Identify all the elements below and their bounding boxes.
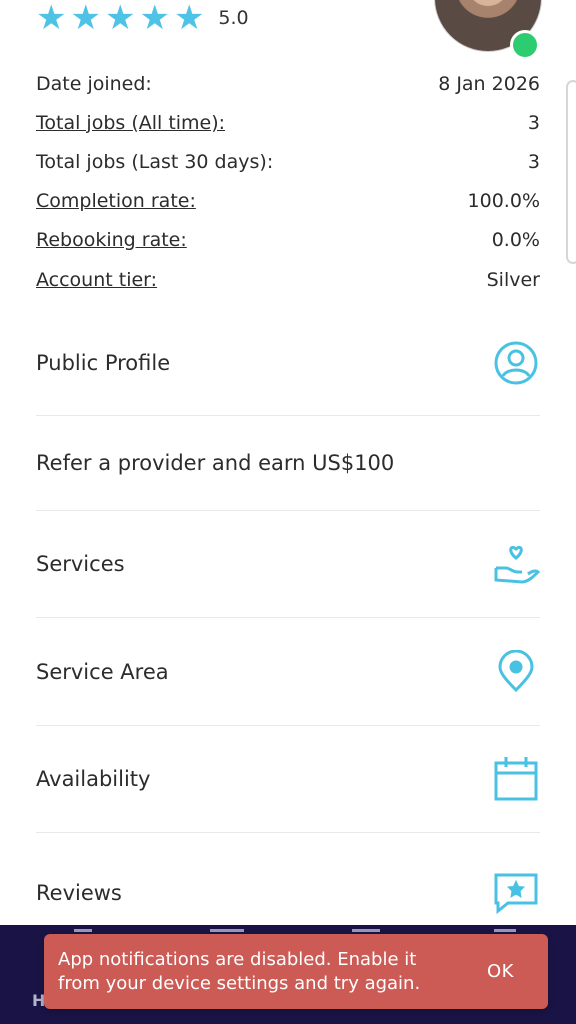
rating-value: 5.0 xyxy=(218,7,249,29)
profile-menu: Public Profile Refer a provider and earn… xyxy=(36,310,540,953)
nav-icon-partial[interactable] xyxy=(210,929,244,932)
stat-row-completion-rate[interactable]: Completion rate: 100.0% xyxy=(36,182,540,221)
user-circle-icon xyxy=(492,339,540,387)
stat-label-link[interactable]: Completion rate: xyxy=(36,190,196,212)
stats-list: Date joined: 8 Jan 2026 Total jobs (All … xyxy=(36,64,540,299)
star-icon: ★ xyxy=(104,0,136,38)
location-pin-icon xyxy=(492,648,540,696)
stat-label-link[interactable]: Total jobs (All time): xyxy=(36,112,225,134)
stat-label: Total jobs (Last 30 days): xyxy=(36,150,274,173)
stat-label: Date joined: xyxy=(36,72,152,95)
rating-row: ★ ★ ★ ★ ★ 5.0 xyxy=(36,0,249,36)
stat-row-rebooking-rate[interactable]: Rebooking rate: 0.0% xyxy=(36,221,540,260)
nav-icon-partial[interactable] xyxy=(74,929,92,932)
stat-row-total-jobs-all-time[interactable]: Total jobs (All time): 3 xyxy=(36,103,540,142)
stat-value: 3 xyxy=(527,150,540,173)
stat-value: 0.0% xyxy=(491,229,540,252)
stat-value: 3 xyxy=(527,111,540,134)
hand-heart-icon xyxy=(492,540,540,588)
menu-item-availability[interactable]: Availability xyxy=(36,726,540,833)
menu-item-label: Public Profile xyxy=(36,350,171,375)
stat-row-date-joined: Date joined: 8 Jan 2026 xyxy=(36,64,540,103)
menu-item-service-area[interactable]: Service Area xyxy=(36,618,540,726)
menu-item-public-profile[interactable]: Public Profile xyxy=(36,310,540,416)
snackbar-message: App notifications are disabled. Enable i… xyxy=(58,948,421,994)
star-icon: ★ xyxy=(70,0,101,38)
menu-item-label: Availability xyxy=(36,767,151,791)
star-icon: ★ xyxy=(173,0,205,38)
stat-value: Silver xyxy=(486,268,540,291)
stat-value: 100.0% xyxy=(467,190,540,213)
stat-row-total-jobs-30-days: Total jobs (Last 30 days): 3 xyxy=(36,142,540,181)
snackbar-ok-button[interactable]: OK xyxy=(487,961,514,982)
star-message-icon xyxy=(492,869,540,917)
profile-avatar-container[interactable] xyxy=(434,0,542,60)
menu-item-refer-provider[interactable]: Refer a provider and earn US$100 xyxy=(36,416,540,511)
stat-label-link[interactable]: Rebooking rate: xyxy=(36,229,187,251)
stat-value: 8 Jan 2026 xyxy=(438,72,540,95)
stat-label-link[interactable]: Account tier: xyxy=(36,269,157,291)
star-icon: ★ xyxy=(36,0,67,38)
menu-item-services[interactable]: Services xyxy=(36,511,540,618)
menu-item-label: Services xyxy=(36,552,125,576)
star-icon: ★ xyxy=(139,0,170,38)
notification-snackbar: App notifications are disabled. Enable i… xyxy=(44,934,548,1009)
nav-icon-partial[interactable] xyxy=(494,929,516,932)
online-status-indicator xyxy=(510,30,540,60)
calendar-icon xyxy=(492,755,540,803)
nav-icon-partial[interactable] xyxy=(352,929,380,932)
menu-item-label: Refer a provider and earn US$100 xyxy=(36,451,395,475)
menu-item-label: Reviews xyxy=(36,881,122,905)
scrollbar[interactable] xyxy=(566,80,576,264)
stat-row-account-tier[interactable]: Account tier: Silver xyxy=(36,260,540,299)
menu-item-label: Service Area xyxy=(36,659,169,684)
